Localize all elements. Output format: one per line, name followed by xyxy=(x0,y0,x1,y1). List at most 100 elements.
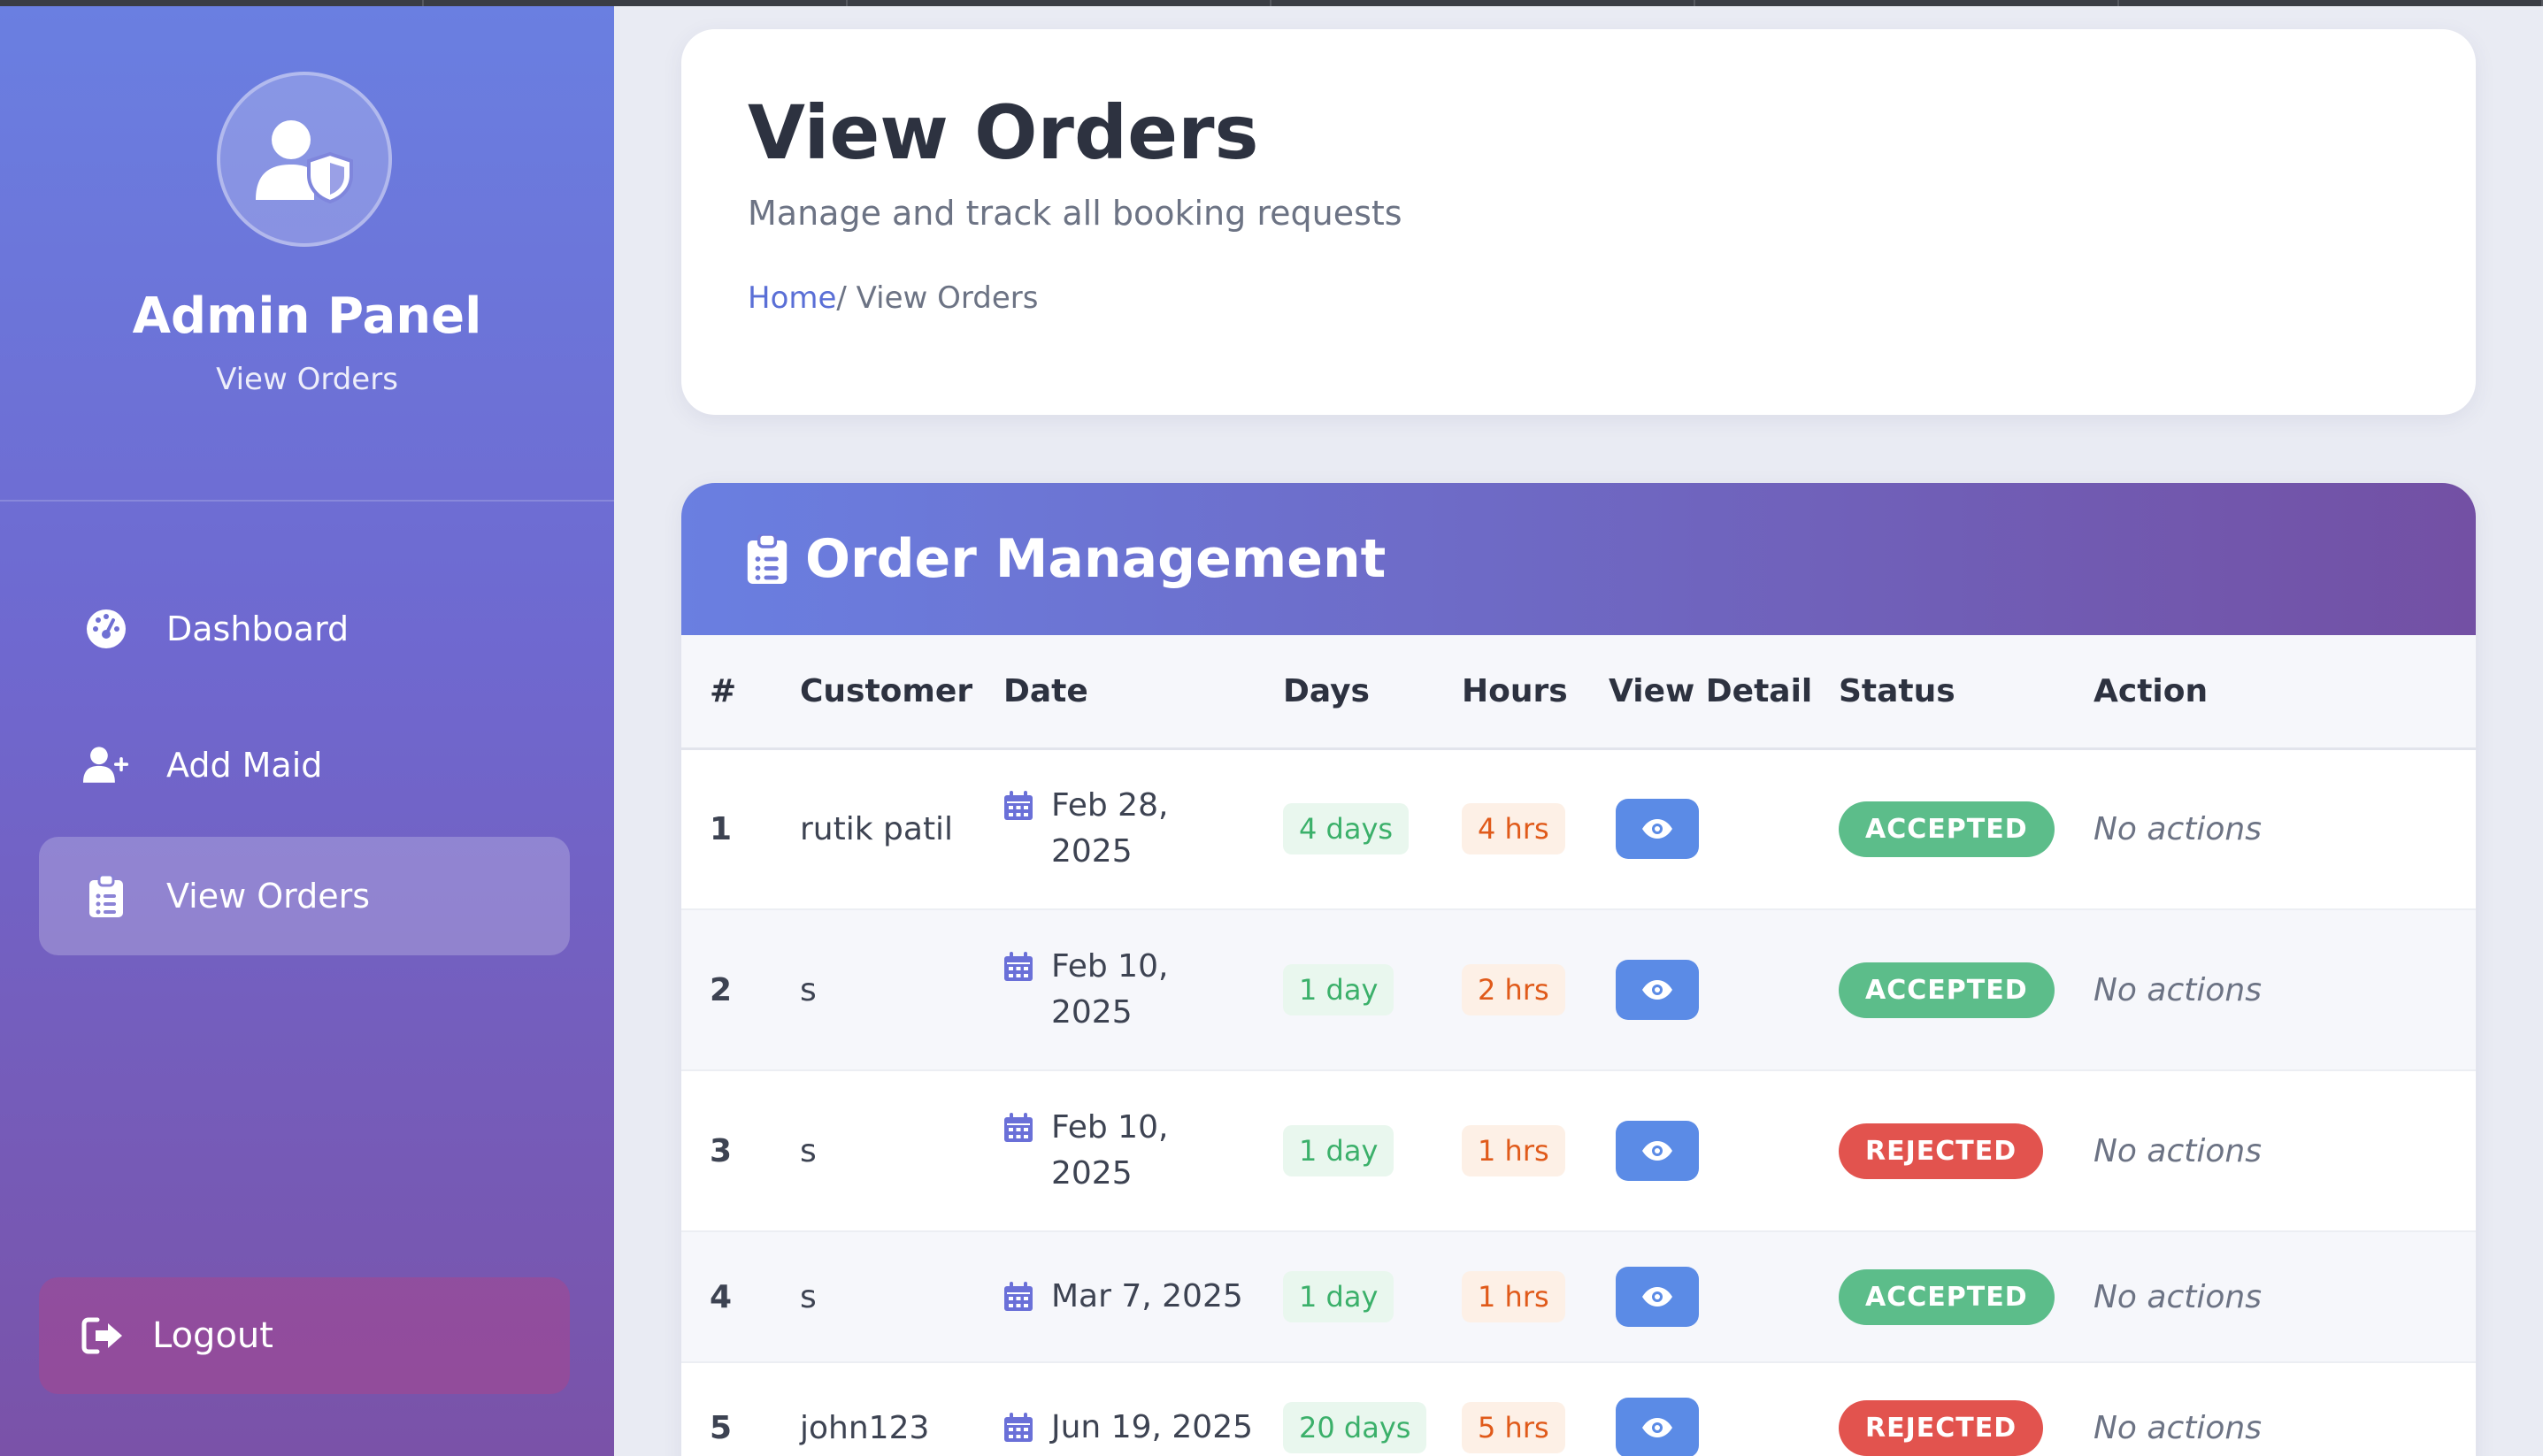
status-cell: ACCEPTED xyxy=(1839,1231,2094,1363)
no-actions-text: No actions xyxy=(2094,1278,2262,1315)
status-badge: ACCEPTED xyxy=(1839,962,2055,1018)
page-title: View Orders xyxy=(748,89,1259,176)
column-header: View Detail xyxy=(1609,635,1839,750)
no-actions-text: No actions xyxy=(2094,1409,2262,1446)
sidebar-item-label: View Orders xyxy=(166,877,371,916)
page-header-card: View Orders Manage and track all booking… xyxy=(681,29,2476,415)
table-row: 3 s Feb 10, 2025 1 day 1 hrs REJECTED No… xyxy=(681,1070,2476,1232)
action-cell: No actions xyxy=(2094,748,2476,910)
view-detail-button[interactable] xyxy=(1616,1398,1699,1456)
view-detail-button[interactable] xyxy=(1616,1267,1699,1327)
status-badge: REJECTED xyxy=(1839,1399,2044,1456)
days-pill: 1 day xyxy=(1283,964,1394,1015)
no-actions-text: No actions xyxy=(2094,810,2262,847)
calendar-icon xyxy=(1004,1282,1033,1311)
column-header: Customer xyxy=(800,635,1003,750)
hours-cell: 1 hrs xyxy=(1462,1231,1609,1363)
sidebar-divider xyxy=(0,500,614,502)
status-badge: REJECTED xyxy=(1839,1123,2044,1179)
sidebar-item-view-orders[interactable]: View Orders xyxy=(39,837,570,955)
hours-pill: 2 hrs xyxy=(1462,964,1565,1015)
table-row: 2 s Feb 10, 2025 1 day 2 hrs ACCEPTED No… xyxy=(681,909,2476,1071)
order-date: Jun 19, 2025 xyxy=(1051,1409,1254,1445)
hours-cell: 4 hrs xyxy=(1462,748,1609,910)
date-cell: Mar 7, 2025 xyxy=(1003,1231,1283,1363)
days-pill: 1 day xyxy=(1283,1271,1394,1322)
breadcrumb: Home/ View Orders xyxy=(748,280,1039,316)
table-row: 5 john123 Jun 19, 2025 20 days 5 hrs REJ… xyxy=(681,1362,2476,1456)
days-cell: 1 day xyxy=(1283,1231,1462,1363)
view-detail-cell xyxy=(1609,1070,1839,1232)
user-plus-icon xyxy=(83,742,129,788)
days-pill: 4 days xyxy=(1283,803,1410,855)
sidebar-item-label: Add Maid xyxy=(166,746,323,785)
date-cell: Feb 10, 2025 xyxy=(1003,909,1283,1071)
action-cell: No actions xyxy=(2094,1231,2476,1363)
orders-card: Order Management # Customer Date Days Ho… xyxy=(681,483,2476,1456)
column-header: Hours xyxy=(1462,635,1609,750)
brand-title: Admin Panel xyxy=(132,287,482,345)
view-detail-cell xyxy=(1609,1362,1839,1456)
calendar-icon xyxy=(1004,1413,1033,1442)
status-cell: REJECTED xyxy=(1839,1070,2094,1232)
breadcrumb-home-link[interactable]: Home xyxy=(748,280,836,316)
eye-icon xyxy=(1642,1287,1672,1307)
admin-avatar xyxy=(217,72,392,247)
days-cell: 20 days xyxy=(1283,1362,1462,1456)
table-header-row: # Customer Date Days Hours View Detail S… xyxy=(681,635,2476,750)
status-badge: ACCEPTED xyxy=(1839,1268,2055,1325)
days-cell: 4 days xyxy=(1283,748,1462,910)
order-number: 2 xyxy=(681,909,800,1071)
customer-name: s xyxy=(800,909,1003,1071)
view-detail-button[interactable] xyxy=(1616,1121,1699,1181)
eye-icon xyxy=(1642,1418,1672,1437)
hours-pill: 4 hrs xyxy=(1462,803,1565,855)
order-date: Feb 10, 2025 xyxy=(1051,948,1169,1031)
hours-cell: 2 hrs xyxy=(1462,909,1609,1071)
view-detail-cell xyxy=(1609,748,1839,910)
sidebar-item-dashboard[interactable]: Dashboard xyxy=(39,570,570,688)
days-cell: 1 day xyxy=(1283,909,1462,1071)
order-number: 5 xyxy=(681,1362,800,1456)
view-detail-button[interactable] xyxy=(1616,960,1699,1020)
order-date: Feb 28, 2025 xyxy=(1051,787,1169,870)
status-cell: REJECTED xyxy=(1839,1362,2094,1456)
order-number: 3 xyxy=(681,1070,800,1232)
hours-pill: 1 hrs xyxy=(1462,1271,1565,1322)
sidebar-item-add-maid[interactable]: Add Maid xyxy=(39,706,570,824)
days-pill: 20 days xyxy=(1283,1402,1427,1453)
hours-pill: 5 hrs xyxy=(1462,1402,1565,1453)
clipboard-list-icon xyxy=(83,873,129,919)
orders-card-header: Order Management xyxy=(681,483,2476,635)
hours-cell: 5 hrs xyxy=(1462,1362,1609,1456)
column-header: Status xyxy=(1839,635,2094,750)
eye-icon xyxy=(1642,980,1672,1000)
order-number: 1 xyxy=(681,748,800,910)
view-detail-button[interactable] xyxy=(1616,799,1699,860)
days-pill: 1 day xyxy=(1283,1125,1394,1176)
logout-icon xyxy=(80,1313,126,1359)
logout-button[interactable]: Logout xyxy=(39,1277,570,1394)
date-cell: Feb 10, 2025 xyxy=(1003,1070,1283,1232)
logout-label: Logout xyxy=(152,1315,273,1356)
status-cell: ACCEPTED xyxy=(1839,909,2094,1071)
orders-table: # Customer Date Days Hours View Detail S… xyxy=(681,635,2476,1456)
days-cell: 1 day xyxy=(1283,1070,1462,1232)
order-number: 4 xyxy=(681,1231,800,1363)
eye-icon xyxy=(1642,819,1672,839)
column-header: Date xyxy=(1003,635,1283,750)
calendar-icon xyxy=(1004,1113,1033,1142)
status-cell: ACCEPTED xyxy=(1839,748,2094,910)
browser-tab-strip xyxy=(0,0,2543,6)
brand-subtitle: View Orders xyxy=(216,362,398,397)
eye-icon xyxy=(1642,1141,1672,1161)
order-date: Mar 7, 2025 xyxy=(1051,1278,1243,1314)
no-actions-text: No actions xyxy=(2094,971,2262,1008)
customer-name: john123 xyxy=(800,1362,1003,1456)
column-header: Action xyxy=(2094,635,2476,750)
column-header: Days xyxy=(1283,635,1462,750)
page-subtitle: Manage and track all booking requests xyxy=(748,194,1402,233)
customer-name: s xyxy=(800,1231,1003,1363)
action-cell: No actions xyxy=(2094,909,2476,1071)
table-row: 1 rutik patil Feb 28, 2025 4 days 4 hrs xyxy=(681,748,2476,910)
